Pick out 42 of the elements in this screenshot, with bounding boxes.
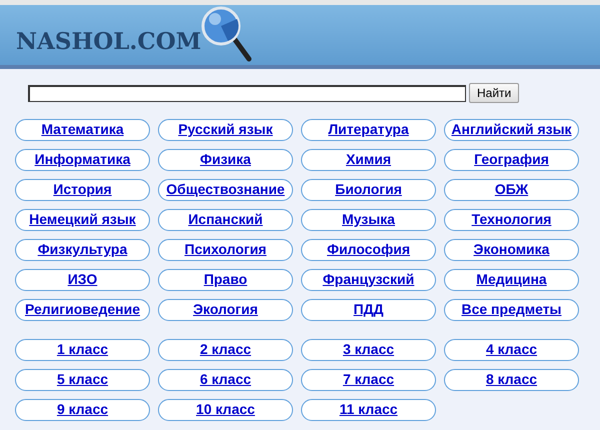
- subject-link[interactable]: Музыка: [301, 209, 436, 231]
- grade-link[interactable]: 4 класс: [444, 339, 579, 361]
- subject-link[interactable]: Французский: [301, 269, 436, 291]
- subject-link[interactable]: Экология: [158, 299, 293, 321]
- subject-link[interactable]: Технология: [444, 209, 579, 231]
- grade-link[interactable]: 2 класс: [158, 339, 293, 361]
- subject-link[interactable]: Обществознание: [158, 179, 293, 201]
- subject-link[interactable]: Право: [158, 269, 293, 291]
- grade-link[interactable]: 3 класс: [301, 339, 436, 361]
- subject-link[interactable]: Информатика: [15, 149, 150, 171]
- subject-link[interactable]: Литература: [301, 119, 436, 141]
- subject-link[interactable]: Английский язык: [444, 119, 579, 141]
- subject-link[interactable]: Испанский: [158, 209, 293, 231]
- grade-link[interactable]: 7 класс: [301, 369, 436, 391]
- subject-link[interactable]: Религиоведение: [15, 299, 150, 321]
- subject-link[interactable]: Физкультура: [15, 239, 150, 261]
- logo[interactable]: NASHOL.COM: [16, 30, 202, 53]
- search-field[interactable]: [28, 84, 466, 102]
- subject-link[interactable]: Математика: [15, 119, 150, 141]
- subject-link[interactable]: ИЗО: [15, 269, 150, 291]
- subject-link[interactable]: Философия: [301, 239, 436, 261]
- search-button[interactable]: Найти: [469, 83, 520, 103]
- grade-link[interactable]: 8 класс: [444, 369, 579, 391]
- subject-link[interactable]: Физика: [158, 149, 293, 171]
- subject-link[interactable]: История: [15, 179, 150, 201]
- grade-link[interactable]: 6 класс: [158, 369, 293, 391]
- subject-link[interactable]: Экономика: [444, 239, 579, 261]
- subject-link[interactable]: Немецкий язык: [15, 209, 150, 231]
- subject-link[interactable]: Химия: [301, 149, 436, 171]
- grade-link[interactable]: 1 класс: [15, 339, 150, 361]
- subject-link[interactable]: Русский язык: [158, 119, 293, 141]
- subject-link[interactable]: ПДД: [301, 299, 436, 321]
- grade-link[interactable]: 11 класс: [301, 399, 436, 421]
- subject-link[interactable]: Все предметы: [444, 299, 579, 321]
- subject-link[interactable]: Медицина: [444, 269, 579, 291]
- grade-link[interactable]: 10 класс: [158, 399, 293, 421]
- subject-link[interactable]: География: [444, 149, 579, 171]
- subject-link[interactable]: Психология: [158, 239, 293, 261]
- subject-link[interactable]: ОБЖ: [444, 179, 579, 201]
- grade-link[interactable]: 5 класс: [15, 369, 150, 391]
- grade-link[interactable]: 9 класс: [15, 399, 150, 421]
- subject-link[interactable]: Биология: [301, 179, 436, 201]
